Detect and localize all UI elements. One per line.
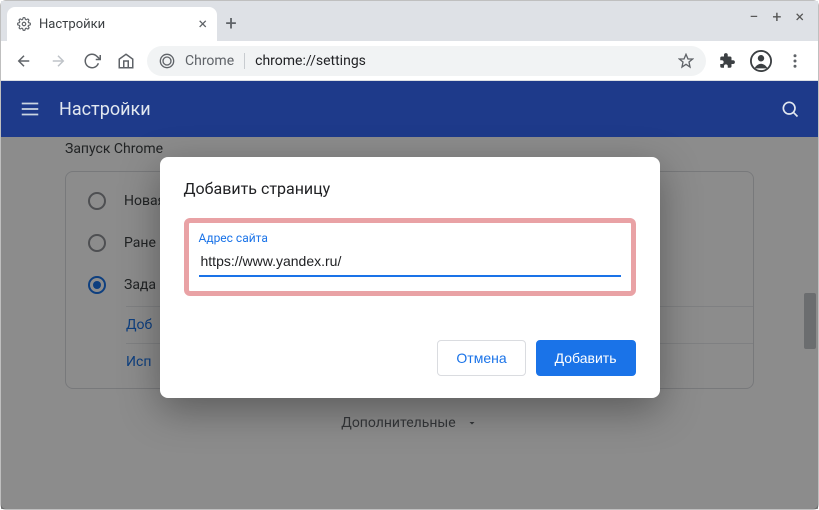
- tab-title: Настройки: [39, 17, 105, 32]
- settings-title: Настройки: [59, 99, 151, 120]
- extensions-icon[interactable]: [714, 48, 740, 74]
- add-button[interactable]: Добавить: [536, 340, 636, 376]
- omnibox-separator: [244, 53, 245, 69]
- window-titlebar: Настройки × + − + ×: [1, 1, 818, 41]
- modal-overlay: Добавить страницу Адрес сайта Отмена Доб…: [1, 137, 818, 509]
- omnibox-path: chrome://settings: [255, 53, 366, 69]
- window-close-icon[interactable]: ×: [795, 9, 804, 25]
- dialog-title: Добавить страницу: [184, 179, 636, 198]
- cancel-button[interactable]: Отмена: [437, 340, 525, 376]
- close-tab-icon[interactable]: ×: [198, 16, 207, 32]
- nav-reload-button[interactable]: [79, 48, 105, 74]
- window-controls: − + ×: [749, 1, 818, 25]
- browser-tab[interactable]: Настройки ×: [7, 7, 217, 41]
- kebab-menu-icon[interactable]: [782, 48, 808, 74]
- dialog-actions: Отмена Добавить: [184, 340, 636, 376]
- site-info-icon[interactable]: [159, 53, 175, 69]
- gear-icon: [17, 17, 31, 31]
- field-label: Адрес сайта: [199, 231, 621, 245]
- omnibox[interactable]: Chrome chrome://settings: [147, 46, 706, 76]
- nav-back-button[interactable]: [11, 48, 37, 74]
- site-url-input[interactable]: [199, 247, 621, 277]
- browser-toolbar: Chrome chrome://settings: [1, 41, 818, 81]
- new-tab-button[interactable]: +: [217, 9, 245, 37]
- bookmark-star-icon[interactable]: [678, 53, 694, 69]
- window-maximize-icon[interactable]: +: [772, 9, 781, 25]
- search-icon[interactable]: [780, 99, 800, 119]
- menu-icon[interactable]: [19, 98, 41, 120]
- profile-icon[interactable]: [748, 48, 774, 74]
- nav-home-button[interactable]: [113, 48, 139, 74]
- highlight-frame: Адрес сайта: [184, 218, 636, 296]
- window-minimize-icon[interactable]: −: [749, 9, 758, 25]
- omnibox-scheme: Chrome: [185, 53, 234, 69]
- add-page-dialog: Добавить страницу Адрес сайта Отмена Доб…: [160, 157, 660, 398]
- nav-forward-button[interactable]: [45, 48, 71, 74]
- settings-header: Настройки: [1, 81, 818, 137]
